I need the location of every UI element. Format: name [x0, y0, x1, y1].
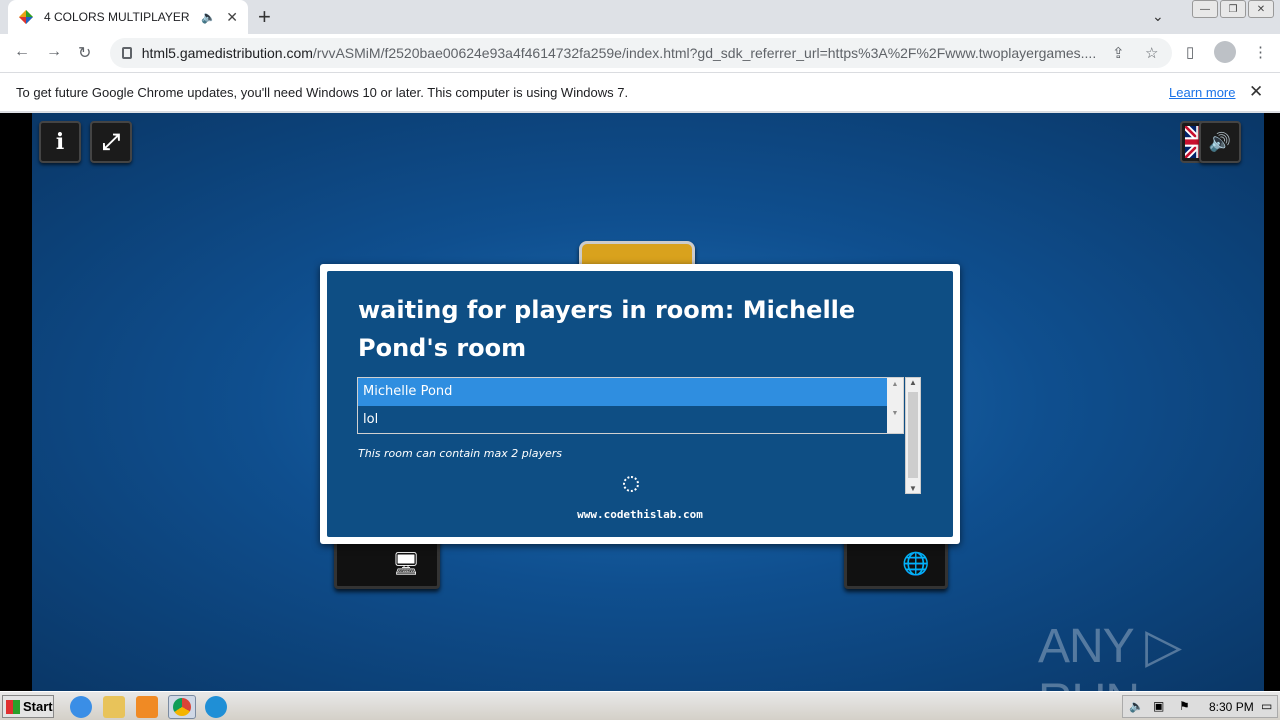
window-controls: — ❐ ✕ — [1190, 0, 1274, 18]
scroll-up-arrow-icon[interactable]: ▲ — [887, 378, 903, 392]
tab-search-chevron-icon[interactable]: ⌄ — [1152, 8, 1164, 25]
back-arrow-icon[interactable]: ← — [14, 43, 30, 61]
browser-tab[interactable]: 4 COLORS MULTIPLAYER 🔈 ✕ — [8, 0, 248, 34]
lock-icon — [122, 47, 132, 59]
tab-strip: 4 COLORS MULTIPLAYER 🔈 ✕ + ⌄ — ❐ ✕ — [0, 0, 1280, 34]
info-icon: i — [55, 129, 65, 155]
close-window-button[interactable]: ✕ — [1248, 0, 1274, 18]
fullscreen-icon: ⤢ — [102, 129, 120, 154]
network-tray-icon[interactable]: ▣ — [1153, 699, 1164, 713]
start-button[interactable]: Start — [2, 695, 54, 718]
player-list-item[interactable]: lol — [358, 406, 903, 434]
loading-spinner-icon — [623, 476, 639, 492]
forward-arrow-icon[interactable]: → — [46, 43, 62, 61]
tab-title: 4 COLORS MULTIPLAYER — [44, 10, 190, 24]
globe-icon: 🌐 — [902, 551, 930, 576]
game-stage[interactable]: i ⤢ 🔊 🖥 🌐 waiting for players in room: M… — [32, 113, 1264, 691]
speaker-icon: 🔊 — [1208, 131, 1232, 152]
fullscreen-button[interactable]: ⤢ — [90, 121, 132, 163]
media-player-icon[interactable] — [136, 696, 158, 718]
volume-tray-icon[interactable]: 🔈 — [1129, 699, 1144, 713]
ie-icon[interactable] — [70, 696, 92, 718]
tab-close-icon[interactable]: ✕ — [226, 9, 238, 26]
infobar-close-icon[interactable]: ✕ — [1249, 82, 1263, 102]
scroll-up-arrow-icon[interactable]: ▲ — [906, 378, 920, 387]
site-credit: www.codethislab.com — [577, 508, 703, 521]
dialog-title: waiting for players in room: Michelle Po… — [358, 296, 856, 362]
profile-avatar-icon[interactable] — [1214, 41, 1236, 63]
computer-icon: 🖥 — [392, 551, 420, 576]
browser-toolbar: ← → ↻ html5.gamedistribution.com /rvvASM… — [0, 34, 1280, 72]
scroll-down-arrow-icon[interactable]: ▼ — [887, 407, 903, 421]
game-viewport: i ⤢ 🔊 🖥 🌐 waiting for players in room: M… — [0, 113, 1280, 691]
windows-logo-icon — [6, 699, 20, 714]
minimize-button[interactable]: — — [1192, 0, 1218, 18]
system-tray: 🔈 ▣ ⚑ 8:30 PM ▭ — [1122, 695, 1278, 718]
reload-icon[interactable]: ↻ — [78, 43, 91, 63]
infobar-message: To get future Google Chrome updates, you… — [16, 85, 629, 100]
edge-icon[interactable] — [205, 696, 227, 718]
chrome-icon — [173, 698, 191, 716]
share-icon[interactable]: ⇪ — [1112, 44, 1125, 62]
scroll-thumb[interactable] — [908, 392, 918, 478]
max-players-note: This room can contain max 2 players — [358, 447, 563, 460]
sound-button[interactable]: 🔊 — [1199, 121, 1241, 163]
dialog-body: waiting for players in room: Michelle Po… — [327, 271, 953, 537]
player-list[interactable]: Michelle Pond lol ▲ ▼ — [357, 377, 904, 434]
windows-taskbar: Start 🔈 ▣ ⚑ 8:30 PM ▭ — [0, 691, 1280, 720]
menu-kebab-icon[interactable]: ⋮ — [1253, 43, 1268, 61]
dialog-scrollbar[interactable]: ▲ ▼ — [905, 377, 921, 494]
game-favicon-icon — [19, 10, 33, 24]
chrome-taskbar-button[interactable] — [168, 695, 196, 719]
address-bar[interactable]: html5.gamedistribution.com /rvvASMiM/f25… — [110, 38, 1172, 68]
new-tab-button[interactable]: + — [258, 6, 271, 28]
url-path: /rvvASMiM/f2520bae00624e93a4f4614732fa25… — [312, 45, 1097, 61]
learn-more-link[interactable]: Learn more — [1169, 85, 1235, 100]
start-label: Start — [23, 699, 53, 714]
side-panel-icon[interactable]: ▯ — [1186, 43, 1194, 61]
player-list-item[interactable]: Michelle Pond — [358, 378, 903, 406]
explorer-folder-icon[interactable] — [103, 696, 125, 718]
info-button[interactable]: i — [39, 121, 81, 163]
anyrun-watermark: ANY ▷ RUN — [1038, 620, 1182, 691]
player-list-scrollbar[interactable]: ▲ ▼ — [887, 378, 903, 433]
url-host: html5.gamedistribution.com — [141, 45, 313, 61]
flag-tray-icon[interactable]: ⚑ — [1179, 699, 1190, 713]
bookmark-star-icon[interactable]: ☆ — [1145, 44, 1158, 62]
waiting-room-dialog: waiting for players in room: Michelle Po… — [320, 264, 960, 544]
clock[interactable]: 8:30 PM — [1209, 700, 1254, 714]
update-infobar: To get future Google Chrome updates, you… — [0, 72, 1280, 112]
show-desktop-icon[interactable]: ▭ — [1261, 699, 1272, 713]
scroll-down-arrow-icon[interactable]: ▼ — [906, 484, 920, 493]
tab-audio-icon[interactable]: 🔈 — [201, 10, 216, 24]
maximize-button[interactable]: ❐ — [1220, 0, 1246, 18]
